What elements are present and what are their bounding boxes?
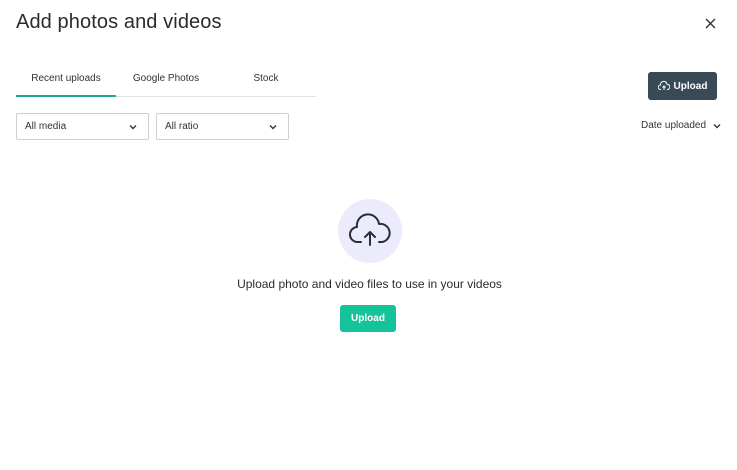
dialog-title: Add photos and videos (16, 11, 222, 33)
close-button[interactable] (700, 13, 720, 33)
ratio-value: All ratio (165, 121, 199, 132)
media-type-value: All media (25, 121, 67, 132)
cloud-upload-icon (349, 213, 391, 246)
empty-state-icon-circle (338, 199, 402, 263)
tab-google-photos[interactable]: Google Photos (116, 66, 216, 96)
empty-state-message: Upload photo and video files to use in y… (0, 277, 737, 291)
ratio-select[interactable]: All ratio (156, 113, 289, 140)
close-icon (705, 18, 715, 28)
sort-label: Date uploaded (641, 120, 707, 131)
media-type-select[interactable]: All media (16, 113, 149, 140)
upload-button[interactable]: Upload (648, 72, 717, 100)
chevron-down-icon (129, 125, 137, 130)
empty-state-message-text: Upload photo and video files to use in y… (237, 277, 502, 291)
tab-stock[interactable]: Stock (216, 66, 316, 96)
tab-recent-uploads[interactable]: Recent uploads (16, 66, 116, 97)
upload-button-label: Upload (673, 80, 708, 92)
add-media-dialog: Add photos and videos Recent uploads Goo… (0, 0, 737, 470)
empty-state-upload-button[interactable]: Upload (340, 305, 396, 332)
chevron-down-icon (269, 125, 277, 130)
chevron-down-icon (713, 123, 721, 128)
media-source-tabs: Recent uploads Google Photos Stock (16, 66, 316, 97)
cloud-upload-icon (657, 81, 670, 90)
sort-dropdown[interactable]: Date uploaded (641, 120, 722, 131)
